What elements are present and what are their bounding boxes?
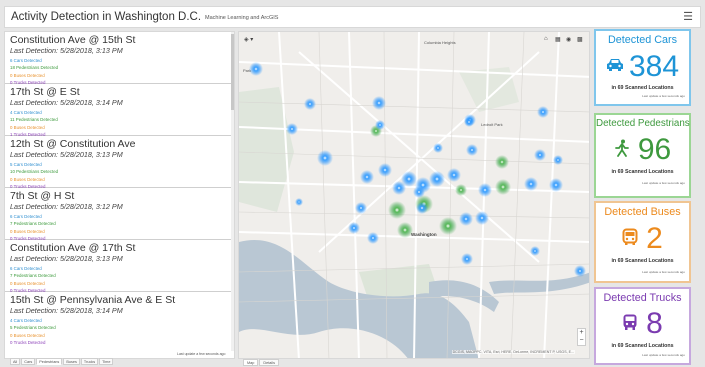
cars-card-updated: Last update a few seconds ago <box>642 94 685 98</box>
last-detection: Last Detection: 5/28/2018, 3:13 PM <box>10 46 123 55</box>
list-item[interactable]: 7th St @ H St Last Detection: 5/28/2018,… <box>5 188 231 241</box>
zoom-in-button[interactable]: + <box>578 329 585 337</box>
last-detection: Last Detection: 5/28/2018, 3:14 PM <box>10 98 123 107</box>
hamburger-icon[interactable]: ☰ <box>683 11 693 23</box>
trucks-card-sub: in 69 Scanned Locations <box>611 343 674 349</box>
last-detection: Last Detection: 5/28/2018, 3:12 PM <box>10 202 123 211</box>
cars-card: Detected Cars 384 in 69 Scanned Location… <box>594 29 691 106</box>
cars-count: 6 Cars Detected <box>10 266 42 271</box>
list-item[interactable]: 17th St @ E St Last Detection: 5/28/2018… <box>5 84 231 137</box>
list-scrollbar[interactable] <box>231 32 234 351</box>
peds-count: 7 Pedestrians Detected <box>10 273 56 279</box>
buses-card: Detected Buses 2 in 69 Scanned Locations… <box>594 201 691 283</box>
last-detection: Last Detection: 5/28/2018, 3:13 PM <box>10 254 123 263</box>
basemap-icon[interactable]: ▩ <box>577 36 583 43</box>
map-tools-icon[interactable]: ◈ ▾ <box>244 36 253 43</box>
tab-cars[interactable]: Cars <box>21 358 36 365</box>
trucks-card: Detected Trucks 8 in 69 Scanned Location… <box>594 287 691 365</box>
locate-icon[interactable]: ◉ <box>566 36 571 43</box>
cars-count: 5 Cars Detected <box>10 162 42 167</box>
grid-icon[interactable]: ▦ <box>555 36 561 43</box>
list-item[interactable]: Constitution Ave @ 17th St Last Detectio… <box>5 240 231 293</box>
scrollbar-thumb[interactable] <box>231 34 234 110</box>
page-subtitle: Machine Learning and ArcGIS <box>205 15 279 21</box>
buses-card-sub: in 69 Scanned Locations <box>611 258 674 264</box>
app-header: Activity Detection in Washington D.C. Ma… <box>4 6 701 28</box>
buses-count: 0 Buses Detected <box>10 72 45 78</box>
trucks-count: 0 Trucks Detected <box>10 340 46 346</box>
buses-card-updated: Last update a few seconds ago <box>642 270 685 274</box>
trucks-card-title: Detected Trucks <box>603 292 682 304</box>
tab-map[interactable]: Map <box>243 359 259 366</box>
list-filter-tabs: All Cars Pedestrians Buses Trucks Time <box>10 358 114 365</box>
map-view[interactable]: Columbia Heights Ledroit Park Park Washi… <box>238 31 590 359</box>
location-name: 15th St @ Pennsylvania Ave & E St <box>10 294 176 306</box>
zoom-control: + − <box>577 328 586 346</box>
zoom-out-button[interactable]: − <box>578 337 585 345</box>
peds-count: 5 Pedestrians Detected <box>10 325 56 331</box>
tab-details[interactable]: Details <box>259 359 279 366</box>
peds-count: 10 Pedestrians Detected <box>10 169 59 175</box>
list-item[interactable]: 15th St @ Pennsylvania Ave & E St Last D… <box>5 292 231 346</box>
cars-count: 6 Cars Detected <box>10 214 42 219</box>
buses-count: 0 Buses Detected <box>10 280 45 286</box>
home-icon[interactable]: ⌂ <box>544 36 548 42</box>
buses-count: 0 Buses Detected <box>10 124 45 130</box>
cars-card-sub: in 69 Scanned Locations <box>611 85 674 91</box>
buses-count: 0 Buses Detected <box>10 332 45 338</box>
buses-count: 0 Buses Detected <box>10 176 45 182</box>
cars-count-value: 384 <box>628 50 680 83</box>
location-name: Constitution Ave @ 15th St <box>10 34 136 46</box>
cars-count: 4 Cars Detected <box>10 110 42 115</box>
location-name: 7th St @ H St <box>10 190 75 202</box>
car-icon <box>606 58 624 77</box>
map-canvas: Columbia Heights Ledroit Park Park Washi… <box>239 32 589 358</box>
location-name: 12th St @ Constitution Ave <box>10 138 136 150</box>
list-item[interactable]: Constitution Ave @ 15th St Last Detectio… <box>5 32 231 85</box>
last-detection: Last Detection: 5/28/2018, 3:14 PM <box>10 306 123 315</box>
pedestrians-card: Detected Pedestrians 96 in 69 Scanned Lo… <box>594 113 691 198</box>
buses-count-value: 2 <box>646 222 663 255</box>
peds-count: 11 Pedestrians Detected <box>10 117 58 123</box>
tab-pedestrians[interactable]: Pedestrians <box>36 358 63 365</box>
buses-count: 0 Buses Detected <box>10 228 45 234</box>
last-detection: Last Detection: 5/28/2018, 3:13 PM <box>10 150 123 159</box>
truck-icon <box>622 313 638 336</box>
bus-icon <box>622 228 638 251</box>
label-ledroit-park: Ledroit Park <box>481 122 503 127</box>
label-columbia-heights: Columbia Heights <box>424 40 456 45</box>
page-title: Activity Detection in Washington D.C. <box>11 11 202 23</box>
trucks-count-value: 8 <box>646 307 663 340</box>
cars-count: 4 Cars Detected <box>10 318 42 323</box>
pedestrians-card-title: Detected Pedestrians <box>596 118 690 129</box>
tab-time[interactable]: Time <box>99 358 114 365</box>
tab-buses[interactable]: Buses <box>63 358 80 365</box>
tab-trucks[interactable]: Trucks <box>80 358 99 365</box>
map-attribution: DCGIS, MAOPPC, VITA, Esri, HERE, DeLorme… <box>451 350 575 354</box>
pedestrian-icon <box>614 139 630 162</box>
pedestrians-card-sub: in 69 Scanned Locations <box>611 169 674 175</box>
list-item[interactable]: 12th St @ Constitution Ave Last Detectio… <box>5 136 231 189</box>
buses-card-title: Detected Buses <box>604 206 681 218</box>
detections-panel: Constitution Ave @ 15th St Last Detectio… <box>4 31 235 359</box>
peds-count: 18 Pedestrians Detected <box>10 65 59 71</box>
location-name: Constitution Ave @ 17th St <box>10 242 136 254</box>
tab-all[interactable]: All <box>10 358 21 365</box>
label-washington: Washington <box>411 232 437 237</box>
pedestrians-count-value: 96 <box>637 133 672 166</box>
trucks-card-updated: Last update a few seconds ago <box>642 353 685 357</box>
cars-count: 6 Cars Detected <box>10 58 42 63</box>
location-name: 17th St @ E St <box>10 86 80 98</box>
list-last-update: Last update a few seconds ago <box>177 352 226 356</box>
map-tabs: Map Details <box>243 359 280 366</box>
detections-list: Constitution Ave @ 15th St Last Detectio… <box>5 32 231 351</box>
peds-count: 7 Pedestrians Detected <box>10 221 56 227</box>
dashboard: Activity Detection in Washington D.C. Ma… <box>0 0 705 367</box>
pedestrians-card-updated: Last update a few seconds ago <box>642 181 685 185</box>
cars-card-title: Detected Cars <box>607 34 677 46</box>
